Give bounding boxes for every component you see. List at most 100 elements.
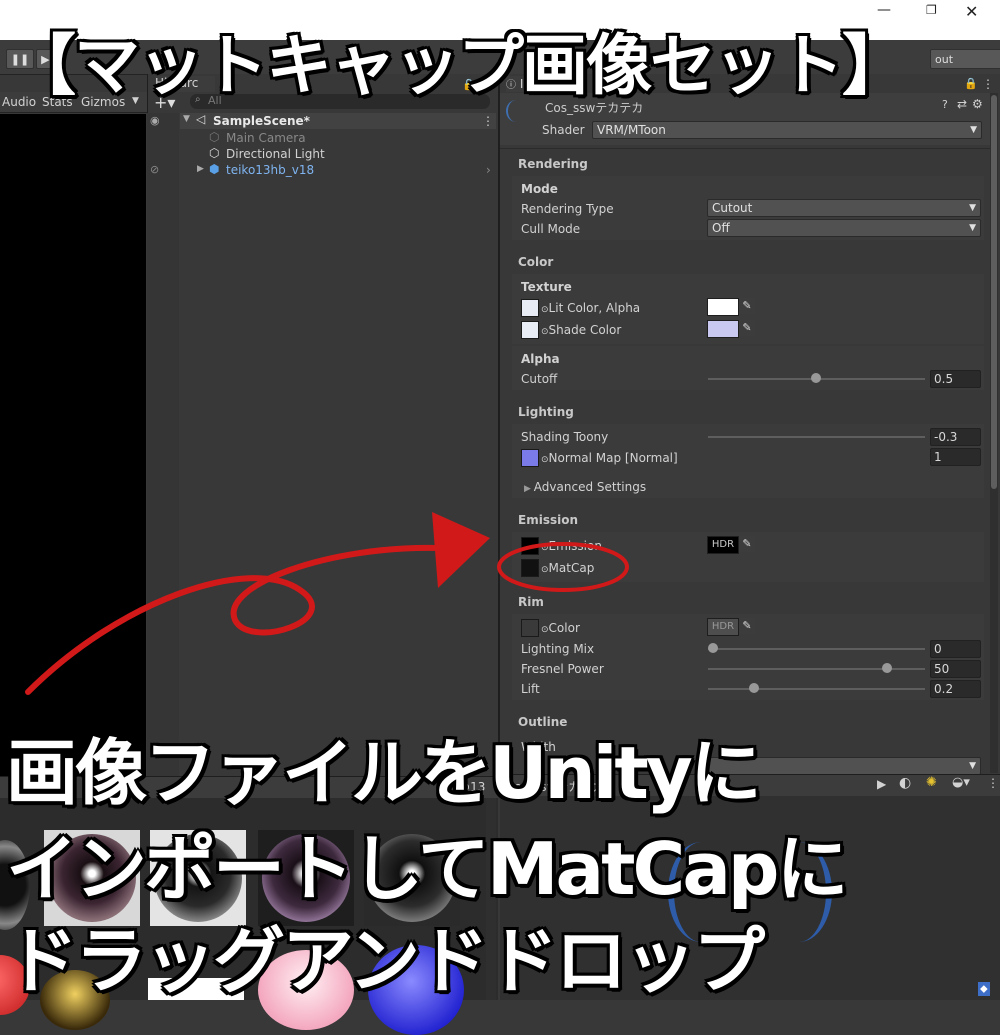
rendering-type-value: Cutout (712, 201, 753, 215)
cutoff-field[interactable]: 0.5 (930, 370, 981, 388)
lighting-mix-slider-track[interactable] (708, 648, 925, 650)
scene-menu-icon[interactable]: ⋮ (482, 114, 494, 128)
lit-color-swatch[interactable] (707, 298, 739, 316)
lighting-mix-slider-knob[interactable] (708, 643, 718, 653)
rim-color-swatch[interactable]: HDR (707, 618, 739, 636)
shader-dropdown[interactable]: VRM/MToon ▼ (592, 121, 982, 139)
cull-mode-value: Off (712, 221, 730, 235)
shade-color-label: ⊙Shade Color (541, 323, 621, 337)
eyedropper-icon[interactable]: ✎ (739, 618, 755, 634)
section-color: Color (518, 255, 554, 269)
game-view[interactable] (0, 114, 146, 778)
rendering-type-label: Rendering Type (521, 202, 614, 216)
advanced-settings-foldout[interactable]: ▶ Advanced Settings (524, 480, 646, 494)
matcap-label[interactable]: ⊙MatCap (541, 561, 594, 575)
shading-toony-slider-track[interactable] (708, 436, 925, 438)
window-restore-icon[interactable]: ❐ (926, 3, 942, 19)
chevron-down-icon: ▼ (969, 203, 976, 213)
fresnel-slider-knob[interactable] (882, 663, 892, 673)
caption-line-1: 画像ファイルをUnityに (6, 731, 762, 815)
sphere-icon[interactable]: ◐ (899, 775, 911, 791)
help-icon[interactable]: ? (942, 98, 948, 111)
section-rendering: Rendering (518, 157, 588, 171)
rim-color-text: Color (548, 621, 580, 635)
slot-icon: ⊙ (541, 543, 549, 553)
preview-settings-icon[interactable]: ◒▾ (952, 775, 970, 790)
inspector-scrollbar-thumb[interactable] (991, 95, 997, 489)
gear-icon[interactable]: ⚙ (972, 97, 983, 111)
emission-label: ⊙Emission (541, 539, 602, 553)
shading-toony-field[interactable]: -0.3 (930, 428, 981, 446)
shader-label: Shader (542, 123, 585, 137)
lighting-mix-value: 0 (934, 642, 942, 656)
chevron-right-icon[interactable]: › (486, 163, 491, 177)
layout-dropdown[interactable]: out (930, 49, 1000, 69)
rendering-type-dropdown[interactable]: Cutout ▼ (707, 199, 981, 217)
normal-map-thumb[interactable] (521, 449, 539, 467)
light-icon[interactable]: ✺ (926, 775, 937, 790)
matcap-texture-thumb[interactable] (521, 559, 539, 577)
shading-toony-label: Shading Toony (521, 430, 609, 444)
shader-value: VRM/MToon (597, 123, 666, 137)
rim-texture-thumb[interactable] (521, 619, 539, 637)
fresnel-slider-track[interactable] (708, 668, 925, 670)
lit-color-text: Lit Color, Alpha (548, 301, 641, 315)
section-lighting: Lighting (518, 405, 574, 419)
prefab-cube-icon: ⬢ (209, 162, 220, 176)
shade-texture-thumb[interactable] (521, 321, 539, 339)
caption-line-3: ドラッグアンドドロップ (6, 919, 765, 1003)
lighting-mix-label: Lighting Mix (521, 642, 595, 656)
foldout-arrow-icon: ▶ (524, 484, 534, 494)
fresnel-power-label: Fresnel Power (521, 662, 604, 676)
chevron-down-icon: ▼ (969, 223, 976, 233)
lighting-mix-field[interactable]: 0 (930, 640, 981, 658)
caption-line-2: インポートしてMatCapに (6, 827, 848, 911)
group-alpha (512, 346, 984, 390)
emission-texture-thumb[interactable] (521, 537, 539, 555)
hdr-label: HDR (711, 539, 735, 550)
preview-menu-icon[interactable]: ⋮ (987, 776, 999, 790)
fresnel-field[interactable]: 50 (930, 660, 981, 678)
preset-icon[interactable]: ⇄ (957, 97, 967, 111)
gameobject-cube-icon: ⬡ (209, 130, 220, 144)
lit-texture-thumb[interactable] (521, 299, 539, 317)
separator (500, 148, 990, 149)
shade-color-swatch[interactable] (707, 320, 739, 338)
eyedropper-icon[interactable]: ✎ (739, 536, 755, 552)
eye-icon[interactable]: ◉ (150, 114, 160, 127)
cutoff-label: Cutoff (521, 372, 558, 386)
gameobject-cube-icon: ⬡ (209, 146, 220, 160)
hierarchy-item-directional-light[interactable]: Directional Light (226, 147, 325, 161)
play-icon[interactable]: ▶ (877, 777, 886, 791)
subsection-texture: Texture (521, 280, 572, 294)
hierarchy-eye-column (147, 113, 179, 778)
lift-label: Lift (521, 682, 540, 696)
layout-label: out (935, 52, 954, 66)
normal-map-scale-field[interactable]: 1 (930, 448, 981, 466)
scene-expand-icon[interactable]: ▼ (183, 114, 190, 124)
tag-icon[interactable]: ⬥ (978, 982, 990, 996)
cutoff-slider-knob[interactable] (811, 373, 821, 383)
hidden-eye-icon[interactable]: ⊘ (150, 163, 159, 176)
hierarchy-item-teiko[interactable]: teiko13hb_v18 (226, 163, 314, 177)
lift-field[interactable]: 0.2 (930, 680, 981, 698)
subsection-mode: Mode (521, 182, 558, 196)
shading-toony-value: -0.3 (934, 430, 958, 444)
lift-slider-track[interactable] (708, 688, 925, 690)
lock-icon[interactable]: 🔒 (964, 77, 978, 90)
eyedropper-icon[interactable]: ✎ (739, 320, 755, 336)
normal-map-label: ⊙Normal Map [Normal] (541, 451, 678, 465)
hierarchy-item-main-camera[interactable]: Main Camera (226, 131, 306, 145)
hierarchy-panel (147, 74, 499, 778)
window-close-icon[interactable]: ✕ (965, 2, 989, 22)
hierarchy-item-scene[interactable]: SampleScene* (213, 114, 310, 128)
slot-icon: ⊙ (541, 327, 549, 337)
expand-arrow-icon[interactable]: ▶ (197, 164, 204, 174)
lift-slider-knob[interactable] (749, 683, 759, 693)
inspector-menu-icon[interactable]: ⋮ (982, 77, 994, 91)
inspector-scrollbar[interactable] (990, 93, 998, 773)
eyedropper-icon[interactable]: ✎ (739, 298, 755, 314)
rim-color-label: ⊙Color (541, 621, 580, 635)
emission-color-swatch[interactable]: HDR (707, 536, 739, 554)
cull-mode-dropdown[interactable]: Off ▼ (707, 219, 981, 237)
